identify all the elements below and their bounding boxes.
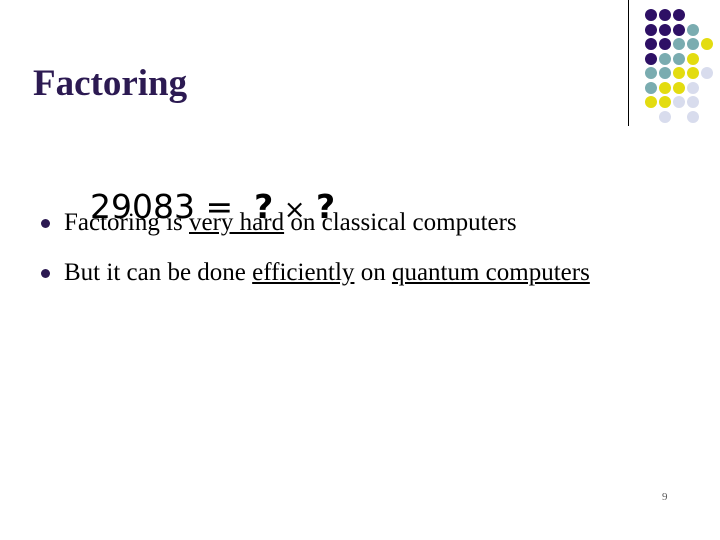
decorative-dot-teal xyxy=(687,38,699,50)
decorative-dot-lavender xyxy=(687,96,699,108)
decorative-dot-teal xyxy=(673,38,685,50)
decorative-dot-purple xyxy=(645,23,657,36)
decorative-dot-yellow xyxy=(645,96,657,108)
decorative-dot-blank xyxy=(645,111,657,123)
decorative-dot-purple xyxy=(673,9,685,21)
decorative-dot-purple xyxy=(645,38,657,50)
decorative-dot-purple xyxy=(659,38,671,50)
decorative-dot-yellow xyxy=(659,81,671,94)
decorative-dot-teal xyxy=(659,52,671,65)
decorative-dot-yellow xyxy=(673,67,685,79)
decorative-dot-row xyxy=(645,38,715,52)
decorative-dot-yellow xyxy=(659,96,671,108)
bullet-list: Factoring is very hard on classical comp… xyxy=(34,203,654,303)
decorative-dot-row xyxy=(645,23,701,38)
decorative-dot-row xyxy=(645,67,715,81)
list-item-text: Factoring is very hard on classical comp… xyxy=(64,209,517,236)
plain-phrase: Factoring is xyxy=(64,209,189,236)
decorative-dot-teal xyxy=(659,67,671,79)
decorative-dot-purple xyxy=(659,23,671,36)
decorative-dot-blank xyxy=(673,111,685,123)
decorative-dot-purple xyxy=(645,52,657,65)
decorative-divider-line xyxy=(628,0,629,126)
list-item: Factoring is very hard on classical comp… xyxy=(34,203,654,242)
decorative-dot-row xyxy=(645,110,701,125)
decorative-dot-teal xyxy=(645,81,657,94)
decorative-dot-purple xyxy=(659,9,671,21)
plain-phrase: on classical computers xyxy=(284,209,517,236)
decorative-dot-teal xyxy=(673,52,685,65)
bullet-marker-icon xyxy=(41,219,50,228)
decorative-dot-yellow xyxy=(673,81,685,94)
emphasized-phrase: very hard xyxy=(189,209,285,236)
decorative-dot-row xyxy=(645,52,701,67)
plain-phrase: But it can be done xyxy=(64,259,253,286)
decorative-dot-lavender xyxy=(659,110,671,123)
decorative-dot-grid xyxy=(645,9,717,125)
bullet-marker-icon xyxy=(41,269,50,278)
decorative-dot-lavender xyxy=(687,81,699,94)
decorative-dot-row xyxy=(645,96,701,110)
decorative-dot-yellow xyxy=(701,38,713,50)
page-title: Factoring xyxy=(33,63,188,104)
decorative-dot-row xyxy=(645,9,687,23)
page-number: 9 xyxy=(662,491,668,503)
decorative-dot-row xyxy=(645,81,701,96)
decorative-dot-lavender xyxy=(673,96,685,108)
decorative-dot-teal xyxy=(645,67,657,79)
list-item: But it can be done efficiently on quantu… xyxy=(34,253,654,292)
decorative-dot-purple xyxy=(645,9,657,21)
decorative-dot-yellow xyxy=(687,52,699,65)
decorative-dot-yellow xyxy=(687,67,699,79)
decorative-dot-lavender xyxy=(701,67,713,79)
decorative-dot-lavender xyxy=(687,110,699,123)
decorative-dot-purple xyxy=(673,23,685,36)
list-item-text: But it can be done efficiently on quantu… xyxy=(64,259,590,286)
decorative-dot-teal xyxy=(687,23,699,36)
plain-phrase: on xyxy=(354,259,392,286)
emphasized-phrase: efficiently xyxy=(252,259,355,286)
emphasized-phrase: quantum computers xyxy=(391,259,590,286)
slide-canvas: Factoring 29083 = ? × ? Factoring is ver… xyxy=(0,0,720,540)
